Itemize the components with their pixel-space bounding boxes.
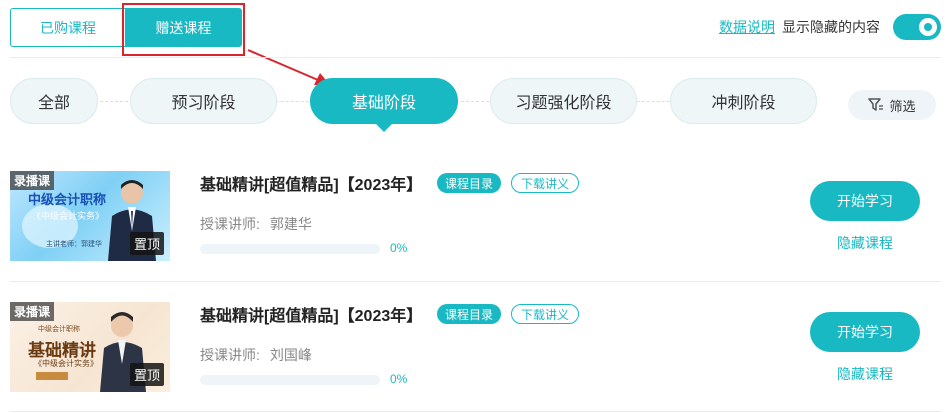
progress-bar	[200, 375, 380, 385]
course-catalog-button[interactable]: 课程目录	[437, 173, 502, 193]
pinned-badge: 置顶	[129, 363, 164, 386]
stage-preview[interactable]: 预习阶段	[130, 78, 277, 124]
teacher-name: 郭建华	[269, 216, 312, 232]
data-description-link[interactable]: 数据说明	[719, 17, 775, 37]
filter-icon	[868, 98, 884, 111]
progress-percent: 0%	[390, 372, 408, 386]
show-hidden-toggle[interactable]	[893, 14, 941, 40]
download-handout-button[interactable]: 下载讲义	[511, 304, 580, 324]
pinned-badge: 置顶	[129, 232, 164, 255]
thumbnail-teacher: 主讲老师：郭建华	[46, 241, 102, 248]
show-hidden-label: 显示隐藏的内容	[782, 19, 880, 35]
hide-course-link[interactable]: 隐藏课程	[810, 233, 920, 253]
course-thumbnail[interactable]: 中级会计职称 《中级会计实务》 主讲老师：郭建华 录播课 置顶	[10, 171, 170, 261]
divider	[10, 411, 941, 412]
course-card: 中级会计职称 基础精讲 《中级会计实务》 录播课 置顶 基础精讲[超值精品]【2…	[10, 302, 940, 392]
teacher-label: 授课讲师:	[200, 216, 260, 232]
teacher-name: 刘国峰	[269, 347, 312, 363]
teacher-info: 授课讲师: 刘国峰	[200, 345, 312, 365]
teacher-info: 授课讲师: 郭建华	[200, 214, 312, 234]
progress-bar	[200, 244, 380, 254]
start-learning-button[interactable]: 开始学习	[810, 312, 920, 352]
teacher-label: 授课讲师:	[200, 347, 260, 363]
course-title[interactable]: 基础精讲[超值精品]【2023年】	[200, 302, 422, 326]
recorded-tag: 录播课	[10, 171, 55, 190]
hide-course-link[interactable]: 隐藏课程	[810, 364, 920, 384]
filter-button[interactable]: 筛选	[848, 90, 936, 120]
stage-exercise[interactable]: 习题强化阶段	[490, 78, 637, 124]
progress-percent: 0%	[390, 241, 408, 255]
divider	[10, 57, 941, 58]
course-type-tabs: 已购课程 赠送课程	[10, 8, 243, 47]
recorded-tag: 录播课	[10, 302, 55, 321]
download-handout-button[interactable]: 下载讲义	[511, 173, 580, 193]
thumbnail-title: 中级会计职称	[28, 192, 107, 207]
tab-gifted-courses[interactable]: 赠送课程	[126, 8, 242, 47]
thumbnail-subtitle: 《中级会计实务》	[34, 359, 98, 368]
stage-filter: 全部 预习阶段 基础阶段 习题强化阶段 冲刺阶段	[10, 78, 840, 132]
thumbnail-subtitle: 《中级会计实务》	[32, 211, 105, 221]
divider	[10, 281, 941, 282]
stage-sprint[interactable]: 冲刺阶段	[670, 78, 817, 124]
course-catalog-button[interactable]: 课程目录	[437, 304, 502, 324]
filter-label: 筛选	[889, 98, 916, 114]
stage-basic[interactable]: 基础阶段	[310, 78, 458, 132]
header-controls: 数据说明 显示隐藏的内容	[719, 14, 941, 40]
course-title[interactable]: 基础精讲[超值精品]【2023年】	[200, 171, 422, 195]
tab-purchased-courses[interactable]: 已购课程	[10, 8, 126, 47]
course-thumbnail[interactable]: 中级会计职称 基础精讲 《中级会计实务》 录播课 置顶	[10, 302, 170, 392]
start-learning-button[interactable]: 开始学习	[810, 181, 920, 221]
course-card: 中级会计职称 《中级会计实务》 主讲老师：郭建华 录播课 置顶 基础精讲[超值精…	[10, 171, 940, 261]
thumbnail-teacher: 中级会计职称	[38, 326, 80, 333]
stage-all[interactable]: 全部	[10, 78, 98, 124]
toggle-knob	[919, 18, 937, 36]
